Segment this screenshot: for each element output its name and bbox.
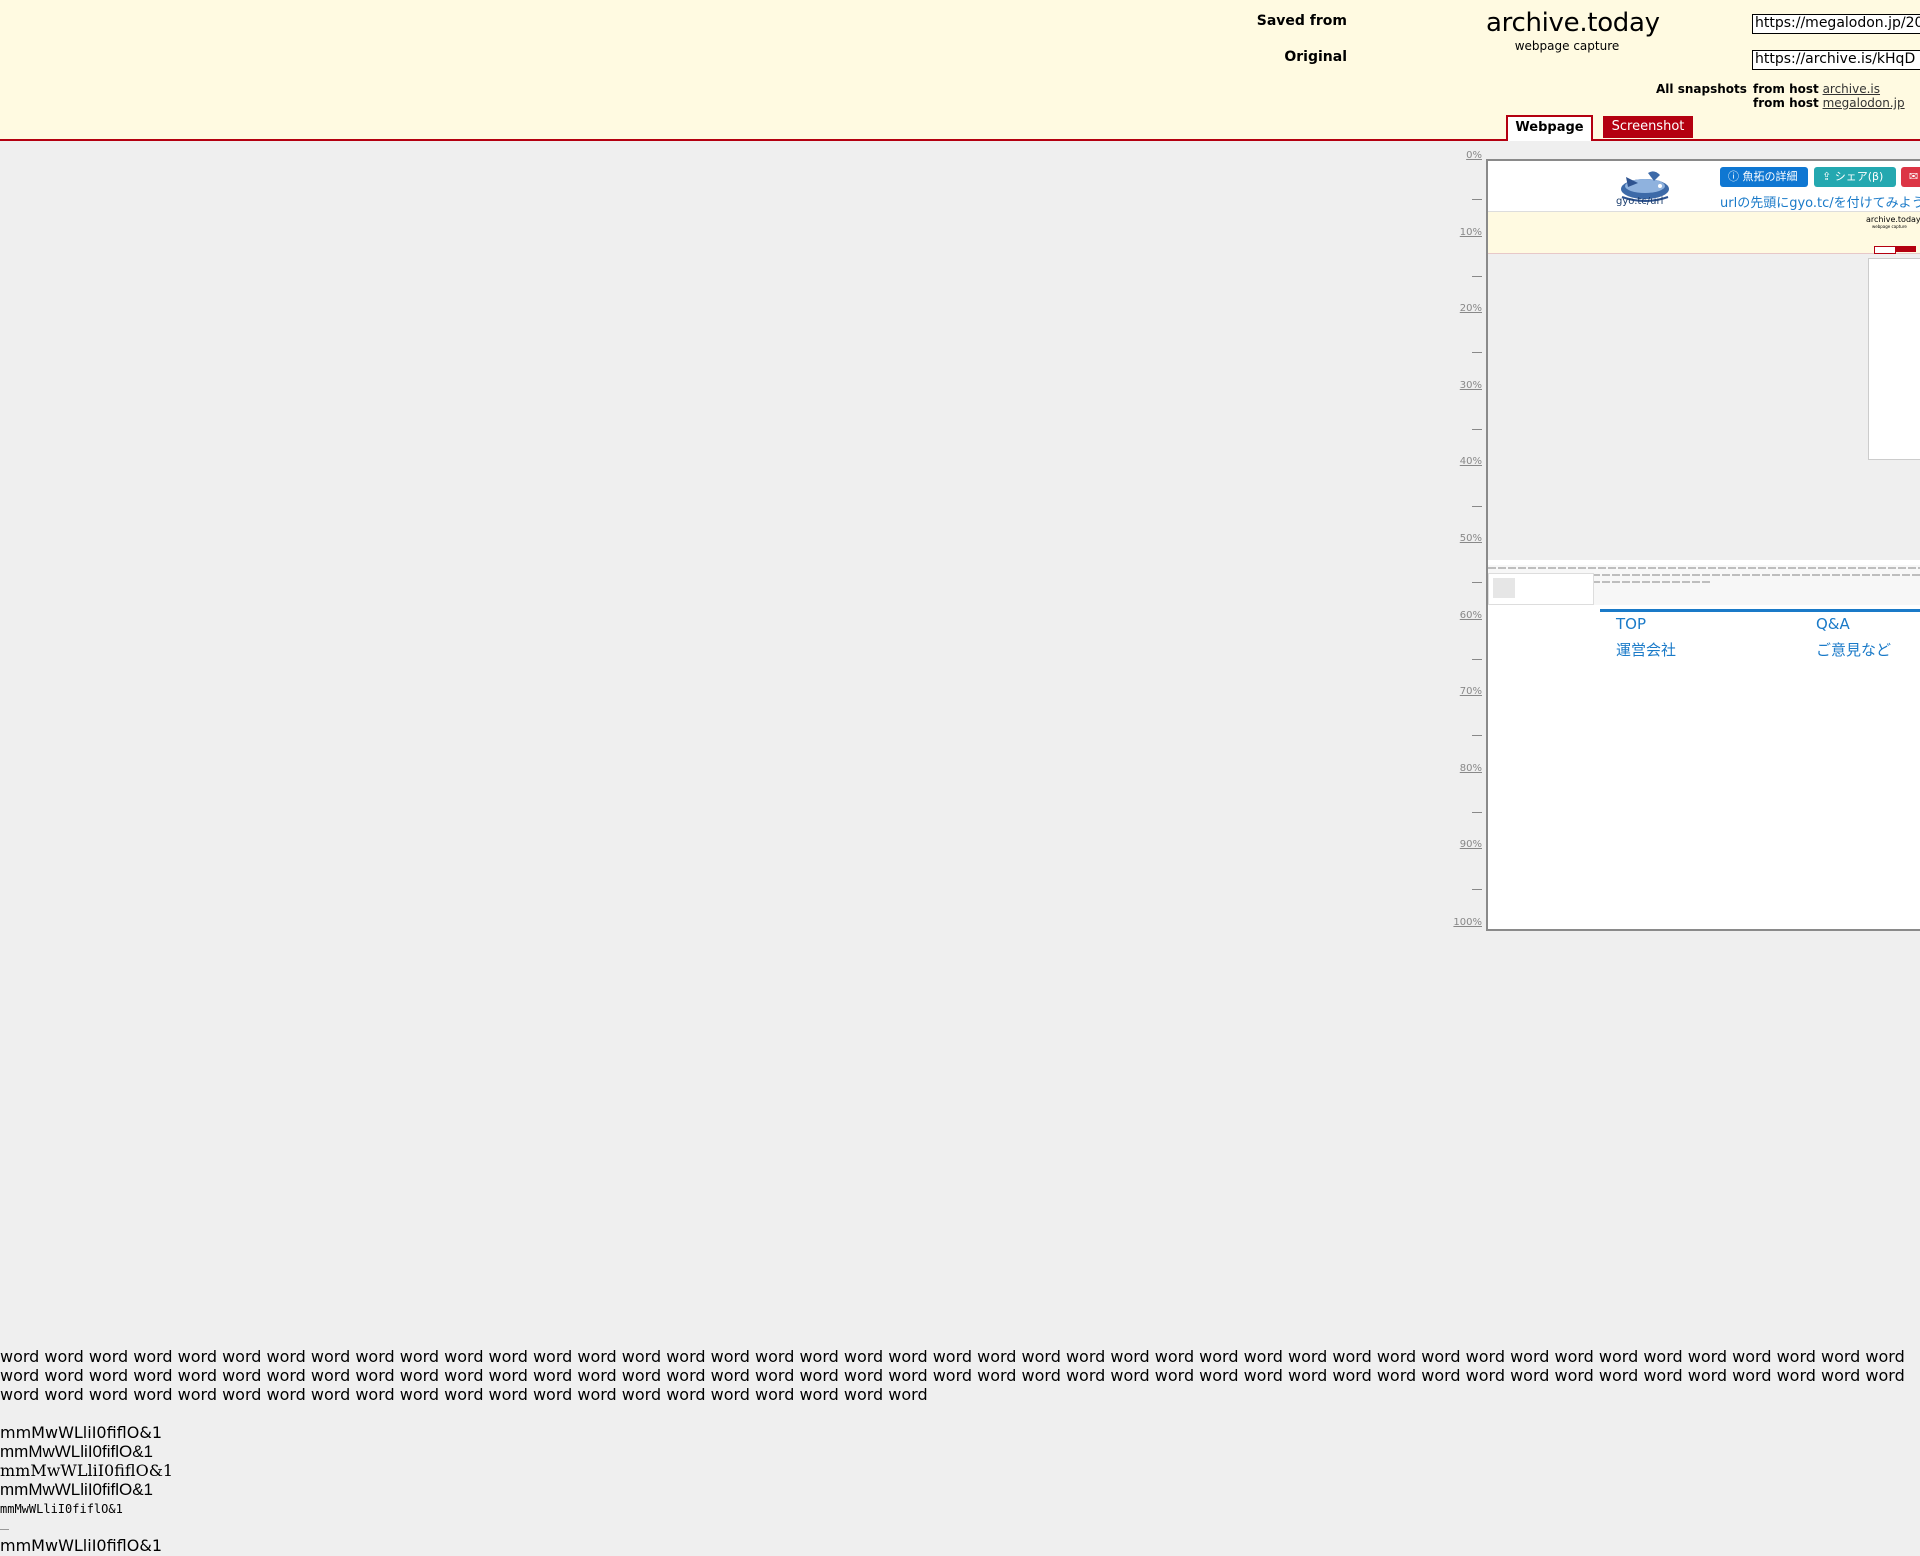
ruler-tick — [1472, 735, 1482, 736]
mail-icon: ✉ — [1909, 170, 1919, 183]
ruler-tick — [1472, 199, 1482, 200]
font-sample-2: mmMwWLliI0fiflO&1 — [0, 1442, 154, 1461]
ruler-mark-20[interactable]: 20% — [1460, 303, 1482, 314]
host-prefix: from host — [1753, 96, 1819, 110]
font-sample-5: mmMwWLliI0fiflO&1 — [0, 1502, 123, 1516]
ruler-mark-50[interactable]: 50% — [1460, 533, 1482, 544]
brand[interactable]: archive.today webpage capture — [1486, 8, 1660, 53]
nested-page-thumbnail — [1868, 258, 1920, 460]
ruler-tick — [1472, 429, 1482, 430]
logo-label: gyo.tc/url — [1616, 196, 1664, 207]
tiny-text-line — [1488, 567, 1920, 569]
nested-page-area — [1488, 254, 1920, 560]
ruler-tick — [1472, 582, 1482, 583]
host-row-megalodon: from host megalodon.jp — [1753, 96, 1905, 110]
ruler-tick — [1472, 352, 1482, 353]
detail-button[interactable]: ⓘ 魚拓の詳細 — [1720, 167, 1808, 187]
tagline-link[interactable]: urlの先頭にgyo.tc/を付けてみよう — [1720, 192, 1920, 211]
ruler-mark-10[interactable]: 10% — [1460, 227, 1482, 238]
nav-divider — [1600, 609, 1920, 612]
nested-brand-subtitle: webpage capture — [1872, 224, 1907, 229]
font-sample-3: mmMwWLliI0fiflO&1 — [0, 1461, 174, 1480]
ruler-mark-0[interactable]: 0% — [1466, 150, 1482, 161]
preview-topbar: gyo.tc/url ⓘ 魚拓の詳細 ⇪ シェア(β) ✉ urlの先頭にgyo… — [1488, 161, 1920, 212]
nested-thumbnail — [1488, 573, 1594, 605]
brand-subtitle: webpage capture — [1514, 39, 1620, 53]
info-icon: ⓘ — [1728, 170, 1743, 183]
tiny-text-line — [1592, 574, 1920, 576]
ruler-mark-80[interactable]: 80% — [1460, 763, 1482, 774]
ruler-tick — [1472, 812, 1482, 813]
host-prefix: from host — [1753, 82, 1819, 96]
nav-link-top[interactable]: TOP — [1616, 615, 1646, 633]
mail-button[interactable]: ✉ — [1901, 167, 1920, 187]
ruler-tick — [1472, 889, 1482, 890]
nav-link-company[interactable]: 運営会社 — [1616, 639, 1676, 660]
ruler-tick — [1472, 659, 1482, 660]
detail-button-label: 魚拓の詳細 — [1742, 170, 1798, 183]
tab-webpage[interactable]: Webpage — [1506, 115, 1593, 141]
ruler-mark-90[interactable]: 90% — [1460, 839, 1482, 850]
archive-header: archive.today webpage capture Saved from… — [0, 0, 1920, 141]
nav-link-qa[interactable]: Q&A — [1816, 615, 1850, 633]
original-field[interactable]: https://archive.is/kHqD — [1752, 50, 1920, 70]
nested-archive-header: archive.today webpage capture — [1488, 212, 1920, 254]
ruler-tick — [1472, 276, 1482, 277]
brand-title[interactable]: archive.today — [1486, 8, 1660, 38]
word-text-block: word word word word word word word word … — [0, 1347, 1905, 1404]
share-icon: ⇪ — [1822, 170, 1835, 183]
original-label: Original — [1284, 49, 1347, 65]
ruler-mark-30[interactable]: 30% — [1460, 380, 1482, 391]
nested-thumbnail-image — [1493, 578, 1515, 598]
saved-from-label: Saved from — [1256, 13, 1347, 29]
ruler-mark-40[interactable]: 40% — [1460, 456, 1482, 467]
host-row-archive: from host archive.is — [1753, 82, 1880, 96]
nested-tab-screenshot — [1896, 246, 1916, 252]
font-sample-4: mmMwWLliI0fiflO&1 — [0, 1480, 154, 1499]
nav-link-feedback[interactable]: ご意見など — [1816, 639, 1891, 660]
host-link-megalodon[interactable]: megalodon.jp — [1823, 96, 1905, 110]
ruler-mark-70[interactable]: 70% — [1460, 686, 1482, 697]
nested-tab-webpage — [1874, 246, 1896, 254]
ruler-mark-60[interactable]: 60% — [1460, 610, 1482, 621]
all-snapshots-label: All snapshots — [1656, 82, 1747, 96]
font-sample-1: mmMwWLliI0fiflO&1 — [0, 1423, 162, 1442]
ruler-mark-100[interactable]: 100% — [1453, 917, 1482, 928]
tab-screenshot[interactable]: Screenshot — [1603, 116, 1693, 138]
saved-from-field[interactable]: https://megalodon.jp/202 — [1752, 14, 1920, 34]
tiny-text-line — [1592, 581, 1712, 583]
host-link-archive[interactable]: archive.is — [1823, 82, 1880, 96]
webpage-preview[interactable]: gyo.tc/url ⓘ 魚拓の詳細 ⇪ シェア(β) ✉ urlの先頭にgyo… — [1486, 159, 1920, 931]
small-dash — [0, 1529, 9, 1530]
share-button[interactable]: ⇪ シェア(β) — [1814, 167, 1896, 187]
nested-brand-title: archive.today — [1866, 215, 1920, 224]
font-sample-6: mmMwWLliI0fiflO&1 — [0, 1536, 162, 1555]
ruler-tick — [1472, 506, 1482, 507]
share-button-label: シェア(β) — [1834, 170, 1884, 183]
